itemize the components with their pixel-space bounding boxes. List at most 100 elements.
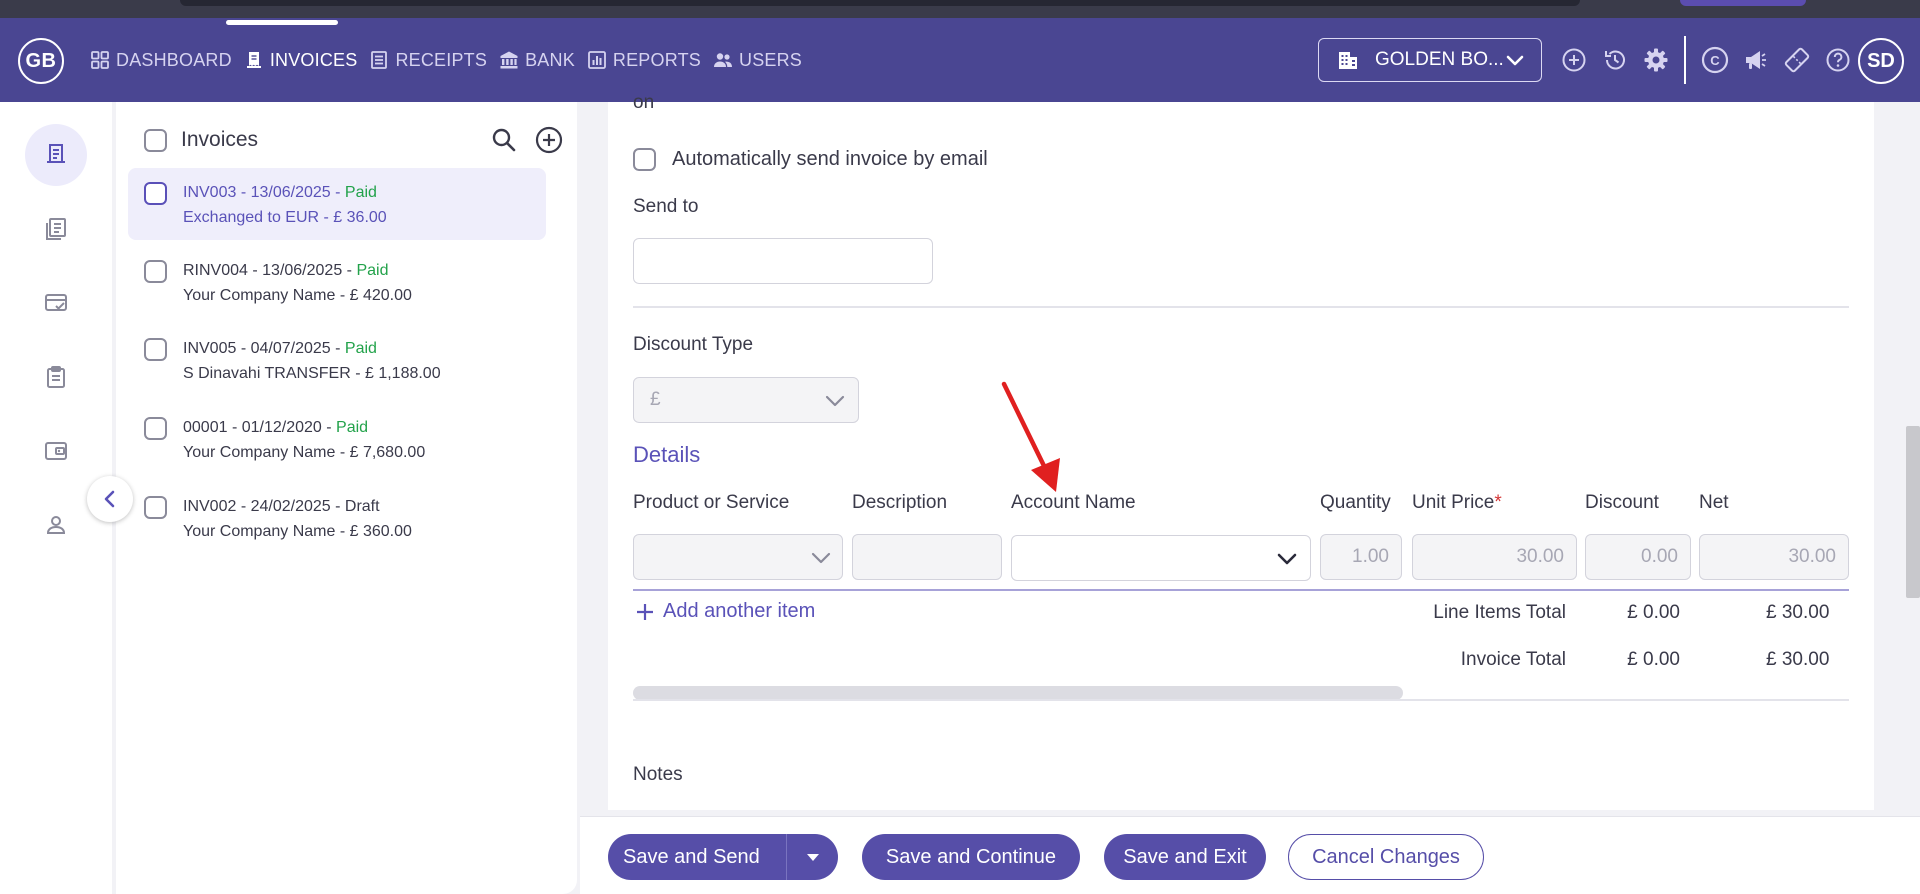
nav-users[interactable]: USERS [707, 18, 808, 102]
row-divider [633, 589, 1849, 591]
net-input[interactable]: 30.00 [1699, 534, 1849, 580]
currency-c-icon: C [1701, 46, 1728, 74]
nav-receipts[interactable]: RECEIPTS [363, 18, 493, 102]
invoice-item-text: INV003 - 13/06/2025 - Paid Exchanged to … [183, 180, 387, 230]
company-logo[interactable]: GB [18, 38, 64, 84]
tickets-button[interactable] [1776, 18, 1817, 102]
browser-tab-bar [180, 0, 1580, 6]
rail-invoices[interactable] [25, 124, 87, 186]
user-avatar[interactable]: SD [1858, 38, 1904, 84]
save-and-send-dropdown[interactable] [788, 834, 838, 880]
nav-bank[interactable]: BANK [493, 18, 581, 102]
invoice-list-item[interactable]: INV002 - 24/02/2025 - Draft Your Company… [128, 482, 546, 554]
rail-wallet[interactable] [25, 420, 87, 482]
chevron-left-icon [104, 490, 115, 508]
users-icon [714, 53, 732, 67]
description-input[interactable] [852, 534, 1002, 580]
invoice-ref: INV005 - 04/07/2025 - [183, 340, 345, 357]
invoice-list-item[interactable]: RINV004 - 13/06/2025 - Paid Your Company… [128, 246, 546, 318]
table-horizontal-scrollbar[interactable] [633, 686, 1403, 700]
auto-email-checkbox[interactable] [633, 148, 656, 171]
save-and-continue-label: Save and Continue [885, 845, 1057, 868]
save-and-exit-label: Save and Exit [1123, 845, 1247, 868]
top-toolbar-icons: C [1553, 18, 1858, 102]
save-and-exit-button[interactable]: Save and Exit [1104, 834, 1266, 880]
invoice-icon [47, 144, 65, 163]
col-quantity: Quantity [1320, 492, 1391, 513]
collapse-list-button[interactable] [87, 476, 133, 522]
account-name-select[interactable] [1011, 535, 1311, 581]
rail-documents[interactable] [25, 198, 87, 260]
company-selector[interactable]: GOLDEN BO... [1318, 38, 1542, 82]
details-heading: Details [633, 442, 701, 467]
nav-dashboard[interactable]: DASHBOARD [84, 18, 238, 102]
invoice-subtitle: Your Company Name - £ 420.00 [183, 287, 412, 304]
reports-chart-icon [588, 51, 606, 69]
discount-type-label: Discount Type [633, 334, 754, 355]
discount-input[interactable]: 0.00 [1585, 534, 1691, 580]
invoice-checkbox[interactable] [144, 338, 167, 361]
currency-button[interactable]: C [1694, 18, 1735, 102]
col-discount: Discount [1585, 492, 1659, 513]
settings-button[interactable] [1635, 18, 1676, 102]
annotation-arrow-icon [1001, 381, 1060, 492]
send-to-label: Send to [633, 196, 699, 217]
clipboard-icon [47, 366, 65, 388]
col-unit-price: Unit Price* [1412, 492, 1502, 514]
invoice-checkbox[interactable] [144, 260, 167, 283]
person-icon [46, 516, 66, 534]
announcements-button[interactable] [1735, 18, 1776, 102]
documents-icon [46, 218, 66, 240]
invoice-ref: 00001 - 01/12/2020 - [183, 419, 337, 436]
invoice-status: Paid [344, 340, 377, 357]
nav-invoices-label: INVOICES [269, 49, 358, 70]
invoice-checkbox[interactable] [144, 182, 167, 205]
cancel-changes-label: Cancel Changes [1312, 845, 1460, 868]
page-vertical-scrollbar[interactable] [1906, 426, 1920, 598]
invoice-item-text: 00001 - 01/12/2020 - Paid Your Company N… [183, 415, 425, 465]
invoice-form: on Automatically send invoice by email S… [608, 92, 1874, 810]
invoice-checkbox[interactable] [144, 417, 167, 440]
search-icon[interactable] [490, 126, 518, 154]
rail-contacts[interactable] [25, 494, 87, 556]
col-net: Net [1699, 492, 1729, 513]
col-unit-price-text: Unit Price [1412, 492, 1495, 513]
caret-down-icon [807, 854, 819, 861]
invoice-subtitle: S Dinavahi TRANSFER - £ 1,188.00 [183, 365, 441, 382]
chevron-down-icon [825, 395, 845, 407]
unit-price-input[interactable]: 30.00 [1412, 534, 1577, 580]
invoice-ref: RINV004 - 13/06/2025 - [183, 262, 357, 279]
receipt-icon [371, 51, 388, 69]
nav-reports[interactable]: REPORTS [581, 18, 707, 102]
product-select[interactable] [633, 534, 843, 580]
cancel-changes-button[interactable]: Cancel Changes [1288, 834, 1484, 880]
quantity-input[interactable]: 1.00 [1320, 534, 1402, 580]
rail-clipboard[interactable] [25, 346, 87, 408]
auto-email-option[interactable]: Automatically send invoice by email [633, 148, 988, 171]
building-icon [1339, 52, 1357, 69]
discount-type-select[interactable]: £ [633, 377, 859, 423]
invoice-checkbox[interactable] [144, 496, 167, 519]
nav-reports-label: REPORTS [612, 49, 701, 70]
history-button[interactable] [1594, 18, 1635, 102]
invoice-list-item[interactable]: INV005 - 04/07/2025 - Paid S Dinavahi TR… [128, 324, 546, 396]
rail-payments[interactable] [25, 272, 87, 334]
help-button[interactable] [1817, 18, 1858, 102]
invoice-list-item[interactable]: 00001 - 01/12/2020 - Paid Your Company N… [128, 403, 546, 475]
nav-invoices[interactable]: INVOICES [238, 18, 364, 102]
top-navbar: GB DASHBOARD INVOICES RECEIPTS BANK REPO… [0, 18, 1920, 102]
save-and-continue-button[interactable]: Save and Continue [862, 834, 1080, 880]
add-invoice-icon[interactable] [534, 125, 564, 155]
col-description: Description [852, 492, 948, 513]
invoice-list-header: Invoices [144, 122, 564, 158]
table-bottom-divider [633, 699, 1849, 701]
active-tab-indicator [226, 20, 338, 25]
add-another-item-link[interactable]: Add another item [635, 600, 815, 623]
invoice-subtitle: Exchanged to EUR - £ 36.00 [183, 209, 387, 226]
send-to-input[interactable] [633, 238, 933, 284]
invoice-list-item[interactable]: INV003 - 13/06/2025 - Paid Exchanged to … [128, 168, 546, 240]
discount-type-value: £ [650, 389, 661, 410]
ticket-icon [1784, 47, 1809, 73]
select-all-checkbox[interactable] [144, 128, 167, 152]
add-button[interactable] [1553, 18, 1594, 102]
